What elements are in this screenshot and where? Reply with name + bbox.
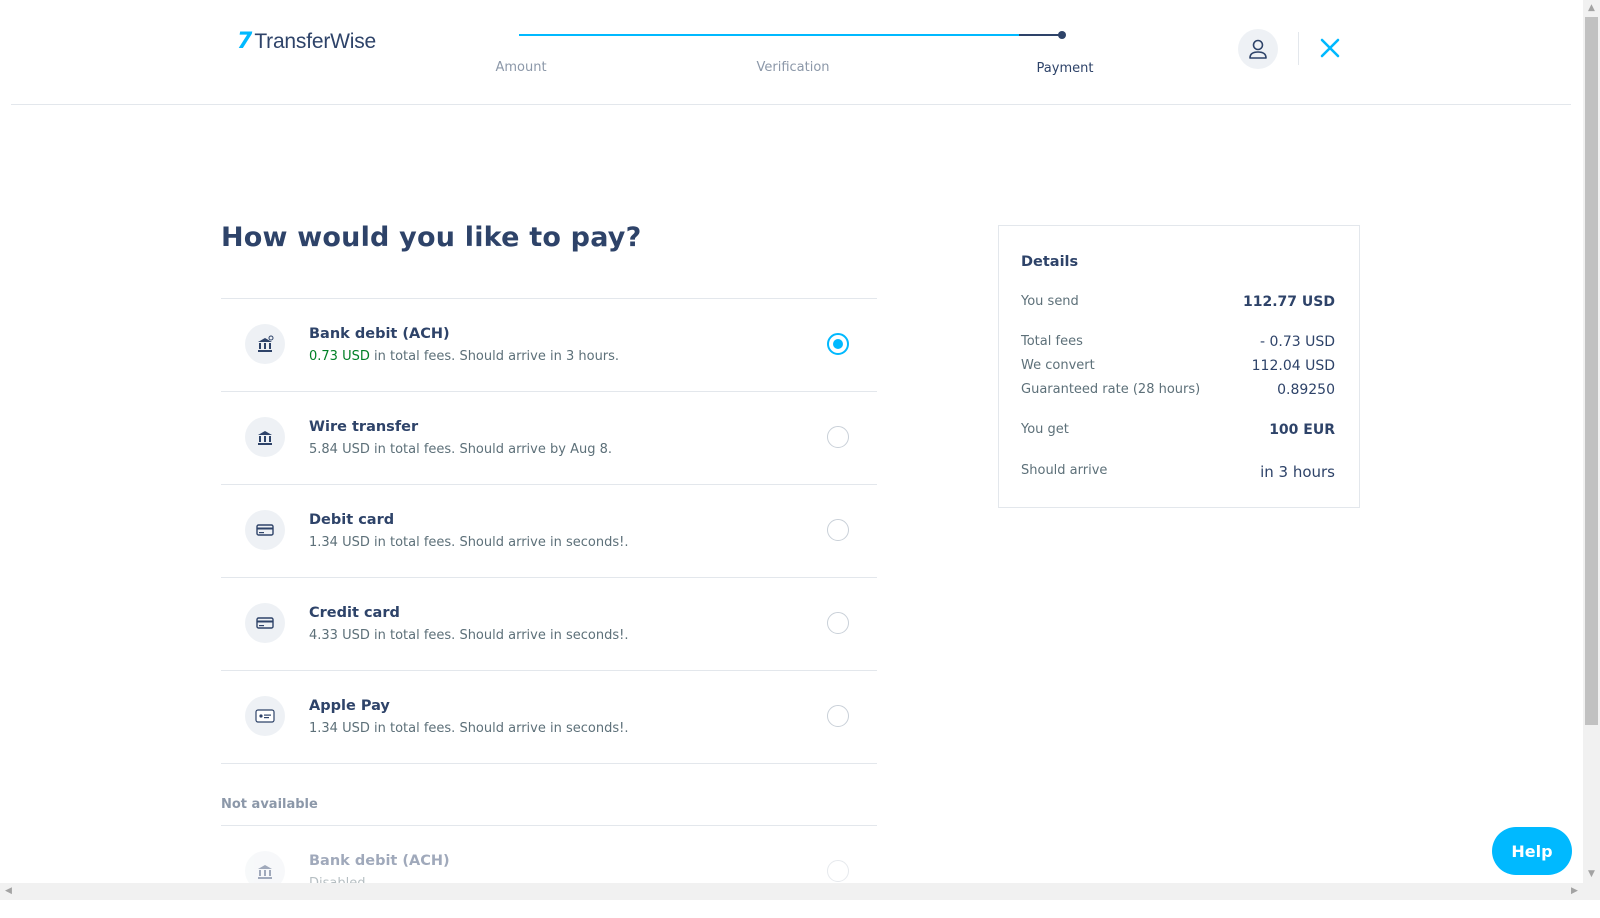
- payment-option-apple-pay[interactable]: Apple Pay 1.34 USD in total fees. Should…: [221, 670, 877, 764]
- profile-button[interactable]: [1238, 29, 1278, 69]
- progress-fill: [519, 34, 1019, 36]
- option-description: 5.84 USD in total fees. Should arrive by…: [309, 442, 612, 457]
- radio-debit-card[interactable]: [827, 519, 849, 541]
- total-fees-value: - 0.73 USD: [1259, 334, 1335, 350]
- option-desc-text: in total fees. Should arrive in seconds!…: [369, 628, 629, 643]
- we-convert-value: 112.04 USD: [1251, 358, 1335, 374]
- you-get-value: 100 EUR: [1269, 422, 1335, 438]
- radio-wire-transfer[interactable]: [827, 426, 849, 448]
- card-icon: [245, 603, 285, 643]
- transferwise-logo[interactable]: 7 TransferWise: [237, 30, 376, 54]
- option-title: Credit card: [309, 605, 400, 621]
- bank-icon: [245, 417, 285, 457]
- scroll-up-icon[interactable]: ▲: [1583, 0, 1600, 17]
- logo-mark: 7: [237, 29, 253, 54]
- option-fee: 5.84 USD: [309, 442, 370, 457]
- option-description: 0.73 USD in total fees. Should arrive in…: [309, 349, 619, 364]
- option-title: Apple Pay: [309, 698, 390, 714]
- close-button[interactable]: [1318, 36, 1342, 60]
- not-available-heading: Not available: [221, 797, 318, 812]
- close-icon: [1320, 38, 1340, 58]
- payment-option-credit-card[interactable]: Credit card 4.33 USD in total fees. Shou…: [221, 577, 877, 670]
- guaranteed-rate-label: Guaranteed rate (28 hours): [1021, 382, 1201, 397]
- option-description: 4.33 USD in total fees. Should arrive in…: [309, 628, 628, 643]
- total-fees-label: Total fees: [1021, 334, 1083, 349]
- page-title: How would you like to pay?: [221, 222, 642, 253]
- radio-apple-pay[interactable]: [827, 705, 849, 727]
- horizontal-scrollbar[interactable]: ◀ ▶: [0, 883, 1583, 900]
- details-card: Details You send 112.77 USD Total fees -…: [998, 225, 1360, 508]
- header-divider: [1298, 32, 1299, 65]
- radio-bank-debit-disabled: [827, 860, 849, 882]
- logo-text: TransferWise: [254, 30, 376, 53]
- radio-bank-debit[interactable]: [827, 333, 849, 355]
- payment-option-debit-card[interactable]: Debit card 1.34 USD in total fees. Shoul…: [221, 484, 877, 577]
- you-get-label: You get: [1021, 422, 1069, 437]
- scroll-down-icon[interactable]: ▼: [1583, 866, 1600, 883]
- payment-option-wire-transfer[interactable]: Wire transfer 5.84 USD in total fees. Sh…: [221, 391, 877, 484]
- apple-pay-icon: [245, 696, 285, 736]
- radio-credit-card[interactable]: [827, 612, 849, 634]
- option-desc-text: in total fees. Should arrive in seconds!…: [369, 535, 629, 550]
- payment-option-bank-debit-disabled: Bank debit (ACH) Disabled: [221, 826, 877, 918]
- should-arrive-label: Should arrive: [1021, 463, 1108, 478]
- option-desc-text: in total fees. Should arrive in 3 hours.: [369, 349, 620, 364]
- details-title: Details: [1021, 254, 1079, 270]
- option-title: Debit card: [309, 512, 395, 528]
- option-fee: 1.34 USD: [309, 535, 370, 550]
- bank-debit-icon: [245, 324, 285, 364]
- you-send-value: 112.77 USD: [1243, 294, 1335, 310]
- vertical-scrollbar-thumb[interactable]: [1585, 17, 1598, 725]
- option-fee: 4.33 USD: [309, 628, 370, 643]
- step-amount: Amount: [495, 60, 547, 75]
- option-description: 1.34 USD in total fees. Should arrive in…: [309, 721, 628, 736]
- we-convert-label: We convert: [1021, 358, 1095, 373]
- progress-dot: [1058, 31, 1066, 39]
- option-title: Bank debit (ACH): [309, 853, 450, 869]
- option-description: 1.34 USD in total fees. Should arrive in…: [309, 535, 628, 550]
- you-send-label: You send: [1021, 294, 1079, 309]
- card-icon: [245, 510, 285, 550]
- user-icon: [1249, 39, 1267, 59]
- option-fee: 0.73 USD: [309, 349, 370, 364]
- step-payment: Payment: [1036, 61, 1094, 76]
- option-fee: 1.34 USD: [309, 721, 370, 736]
- option-title: Wire transfer: [309, 419, 419, 435]
- option-desc-text: in total fees. Should arrive by Aug 8.: [369, 442, 612, 457]
- option-title: Bank debit (ACH): [309, 326, 450, 342]
- help-button[interactable]: Help: [1492, 827, 1572, 875]
- step-verification: Verification: [756, 60, 830, 75]
- header-divider-line: [11, 104, 1571, 105]
- scroll-left-icon[interactable]: ◀: [0, 883, 17, 900]
- guaranteed-rate-value: 0.89250: [1277, 382, 1335, 398]
- should-arrive-value: in 3 hours: [1260, 463, 1335, 481]
- payment-option-bank-debit[interactable]: Bank debit (ACH) 0.73 USD in total fees.…: [221, 298, 877, 391]
- option-desc-text: in total fees. Should arrive in seconds!…: [369, 721, 629, 736]
- scroll-right-icon[interactable]: ▶: [1566, 883, 1583, 900]
